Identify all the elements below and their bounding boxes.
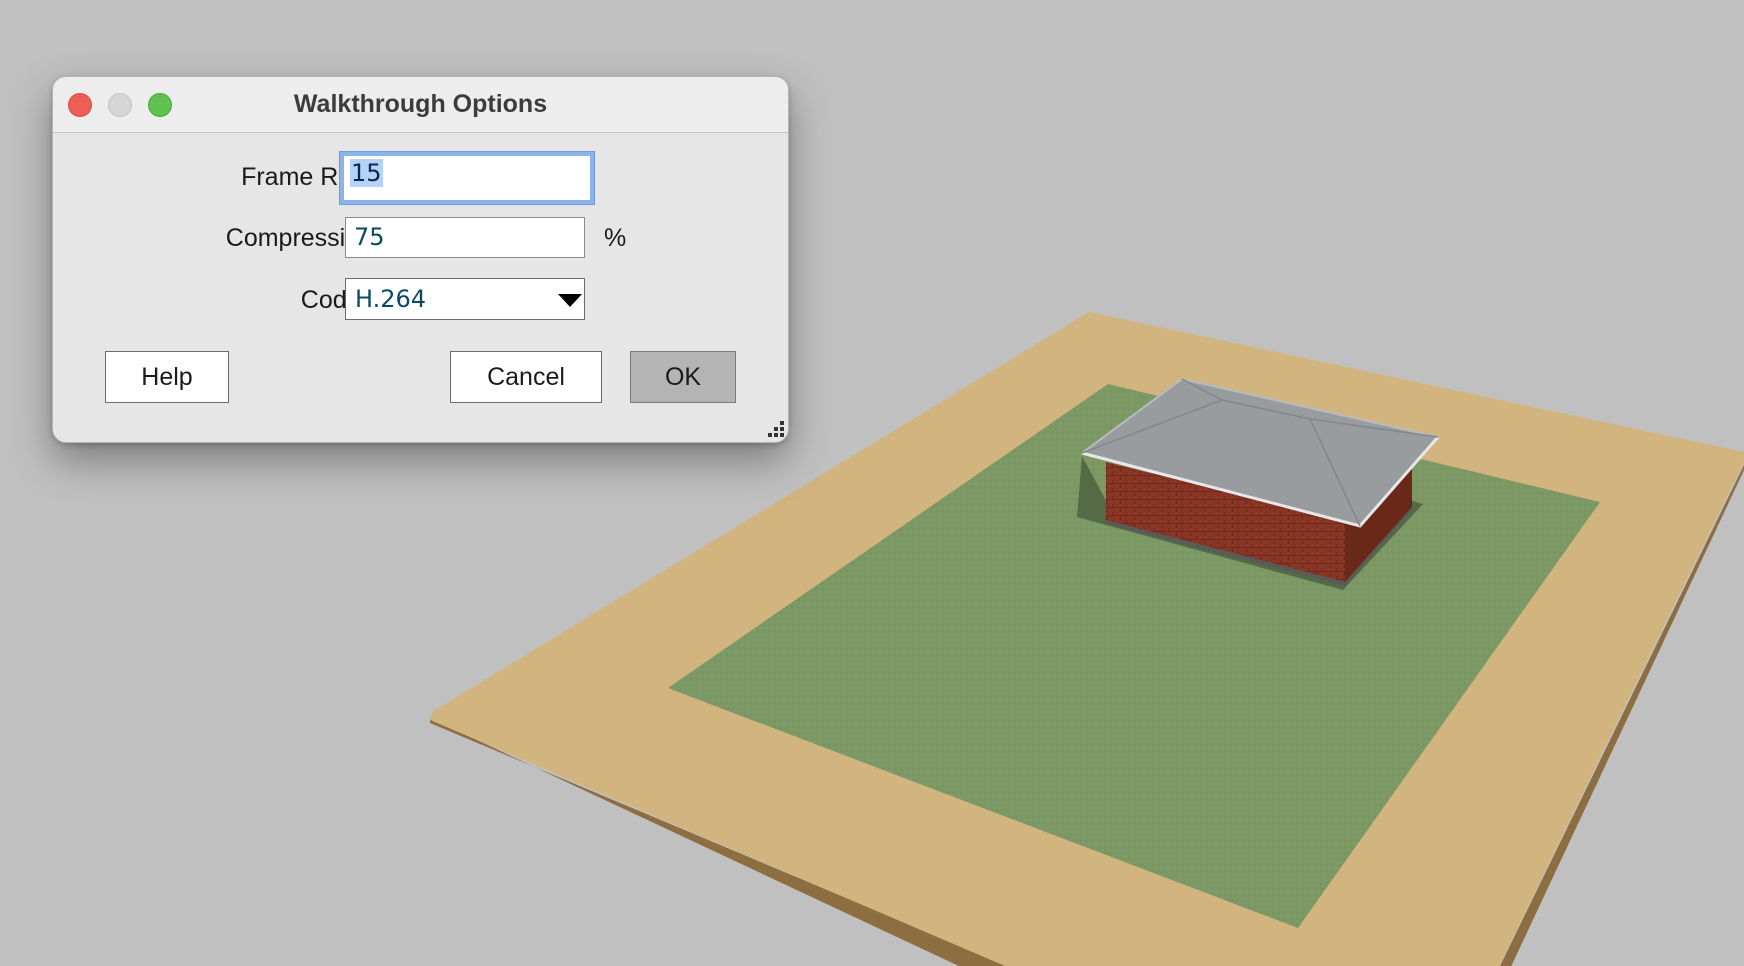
walkthrough-options-dialog: Walkthrough Options Frame Rate: 15 Compr… [52, 76, 789, 443]
title-bar[interactable]: Walkthrough Options [53, 77, 788, 133]
compression-unit: % [604, 224, 627, 252]
ok-button[interactable]: OK [630, 351, 736, 403]
frame-rate-label: Frame Rate: [241, 163, 380, 191]
compression-field[interactable]: 75 [345, 217, 585, 258]
codec-selected-value: H.264 [355, 285, 427, 313]
compression-label: Compression: [225, 224, 380, 252]
frame-rate-field[interactable]: 15 [340, 152, 594, 204]
chevron-down-icon [558, 294, 582, 307]
codec-label: Codec: [300, 286, 380, 314]
codec-dropdown[interactable]: H.264 [345, 278, 585, 320]
dialog-title: Walkthrough Options [293, 90, 548, 118]
frame-rate-value: 15 [350, 159, 383, 187]
resize-grip-icon[interactable] [766, 419, 786, 439]
help-button[interactable]: Help [105, 351, 229, 403]
cancel-button[interactable]: Cancel [450, 351, 602, 403]
